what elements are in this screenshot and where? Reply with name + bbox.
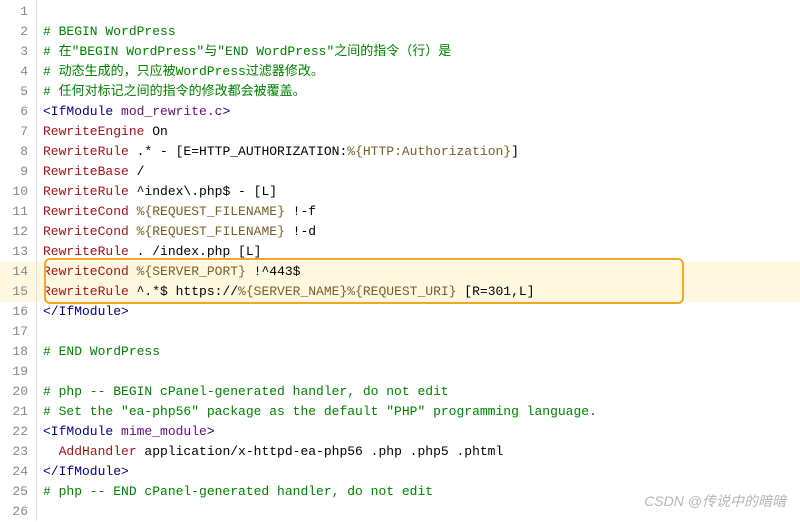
code-line[interactable]: RewriteEngine On bbox=[43, 122, 800, 142]
line-number: 9 bbox=[0, 162, 36, 182]
watermark-text: CSDN @传说中的暗暗 bbox=[644, 491, 786, 511]
code-line[interactable]: # php -- BEGIN cPanel-generated handler,… bbox=[43, 382, 800, 402]
line-number: 10 bbox=[0, 182, 36, 202]
line-number: 13 bbox=[0, 242, 36, 262]
code-line[interactable]: # 任何对标记之间的指令的修改都会被覆盖。 bbox=[43, 82, 800, 102]
line-number: 12 bbox=[0, 222, 36, 242]
code-line[interactable]: AddHandler application/x-httpd-ea-php56 … bbox=[43, 442, 800, 462]
line-number: 26 bbox=[0, 502, 36, 522]
code-line[interactable]: # END WordPress bbox=[43, 342, 800, 362]
line-number: 15 bbox=[0, 282, 36, 302]
code-line[interactable]: # BEGIN WordPress bbox=[43, 22, 800, 42]
line-number: 21 bbox=[0, 402, 36, 422]
code-line[interactable]: # 在"BEGIN WordPress"与"END WordPress"之间的指… bbox=[43, 42, 800, 62]
code-line[interactable] bbox=[43, 362, 800, 382]
code-line[interactable] bbox=[43, 322, 800, 342]
code-line[interactable] bbox=[43, 2, 800, 22]
code-line[interactable]: RewriteRule . /index.php [L] bbox=[43, 242, 800, 262]
code-line[interactable]: </IfModule> bbox=[43, 462, 800, 482]
line-number: 25 bbox=[0, 482, 36, 502]
line-number: 8 bbox=[0, 142, 36, 162]
code-line[interactable]: # Set the "ea-php56" package as the defa… bbox=[43, 402, 800, 422]
code-line[interactable]: RewriteRule ^index\.php$ - [L] bbox=[43, 182, 800, 202]
code-line[interactable]: RewriteBase / bbox=[43, 162, 800, 182]
code-line[interactable]: RewriteCond %{REQUEST_FILENAME} !-f bbox=[43, 202, 800, 222]
line-number: 11 bbox=[0, 202, 36, 222]
code-area[interactable]: # BEGIN WordPress # 在"BEGIN WordPress"与"… bbox=[37, 0, 800, 521]
line-number: 22 bbox=[0, 422, 36, 442]
line-number-gutter: 1 2 3 4 5 6 7 8 9 10 11 12 13 14 15 16 1… bbox=[0, 0, 37, 521]
code-line[interactable]: RewriteCond %{REQUEST_FILENAME} !-d bbox=[43, 222, 800, 242]
line-number: 23 bbox=[0, 442, 36, 462]
line-number: 6 bbox=[0, 102, 36, 122]
code-line[interactable]: <IfModule mime_module> bbox=[43, 422, 800, 442]
code-line[interactable]: # 动态生成的，只应被WordPress过滤器修改。 bbox=[43, 62, 800, 82]
line-number: 24 bbox=[0, 462, 36, 482]
code-line[interactable]: <IfModule mod_rewrite.c> bbox=[43, 102, 800, 122]
line-number: 2 bbox=[0, 22, 36, 42]
line-number: 14 bbox=[0, 262, 36, 282]
line-number: 3 bbox=[0, 42, 36, 62]
line-number: 17 bbox=[0, 322, 36, 342]
code-line[interactable]: RewriteCond %{SERVER_PORT} !^443$ bbox=[43, 262, 800, 282]
code-editor[interactable]: 1 2 3 4 5 6 7 8 9 10 11 12 13 14 15 16 1… bbox=[0, 0, 800, 521]
line-number: 19 bbox=[0, 362, 36, 382]
line-number: 18 bbox=[0, 342, 36, 362]
line-number: 5 bbox=[0, 82, 36, 102]
code-line[interactable]: RewriteRule .* - [E=HTTP_AUTHORIZATION:%… bbox=[43, 142, 800, 162]
line-number: 16 bbox=[0, 302, 36, 322]
code-line[interactable]: RewriteRule ^.*$ https://%{SERVER_NAME}%… bbox=[43, 282, 800, 302]
line-number: 1 bbox=[0, 2, 36, 22]
line-number: 7 bbox=[0, 122, 36, 142]
line-number: 20 bbox=[0, 382, 36, 402]
line-number: 4 bbox=[0, 62, 36, 82]
code-line[interactable]: </IfModule> bbox=[43, 302, 800, 322]
